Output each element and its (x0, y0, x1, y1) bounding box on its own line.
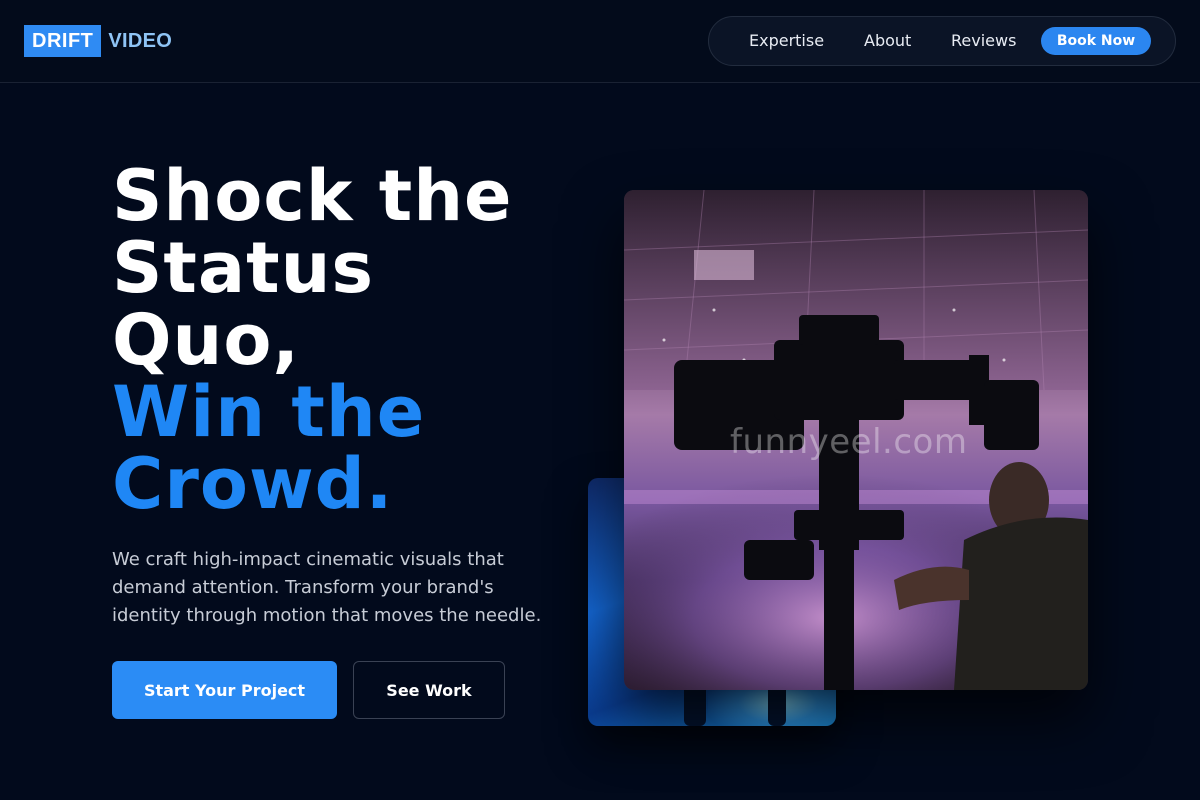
hero-title: Shock the Status Quo, Win the Crowd. (112, 160, 582, 520)
watermark-text: funnyeel.com (730, 422, 968, 462)
hero-title-line: Status (112, 227, 375, 309)
start-project-button[interactable]: Start Your Project (112, 661, 337, 719)
book-now-button[interactable]: Book Now (1041, 27, 1151, 55)
hero-title-accent-line: Crowd. (112, 443, 394, 525)
hero-title-line: Shock the (112, 155, 513, 237)
nav-link-reviews[interactable]: Reviews (951, 31, 1016, 50)
main-nav: Expertise About Reviews Book Now (708, 16, 1176, 66)
camera-operator-photo: funnyeel.com (624, 190, 1088, 690)
nav-link-expertise[interactable]: Expertise (749, 31, 824, 50)
logo-text: VIDEO (108, 29, 173, 52)
nav-link-about[interactable]: About (864, 31, 911, 50)
site-header: DRIFT VIDEO Expertise About Reviews Book… (0, 0, 1200, 83)
brand-logo[interactable]: DRIFT VIDEO (24, 25, 172, 57)
ceiling-vent (694, 250, 754, 280)
hero-title-line: Quo, (112, 299, 301, 381)
see-work-button[interactable]: See Work (353, 661, 505, 719)
hero-description: We craft high-impact cinematic visuals t… (112, 549, 542, 626)
logo-box-text: DRIFT (24, 25, 102, 57)
hero-title-accent-line: Win the (112, 371, 426, 453)
